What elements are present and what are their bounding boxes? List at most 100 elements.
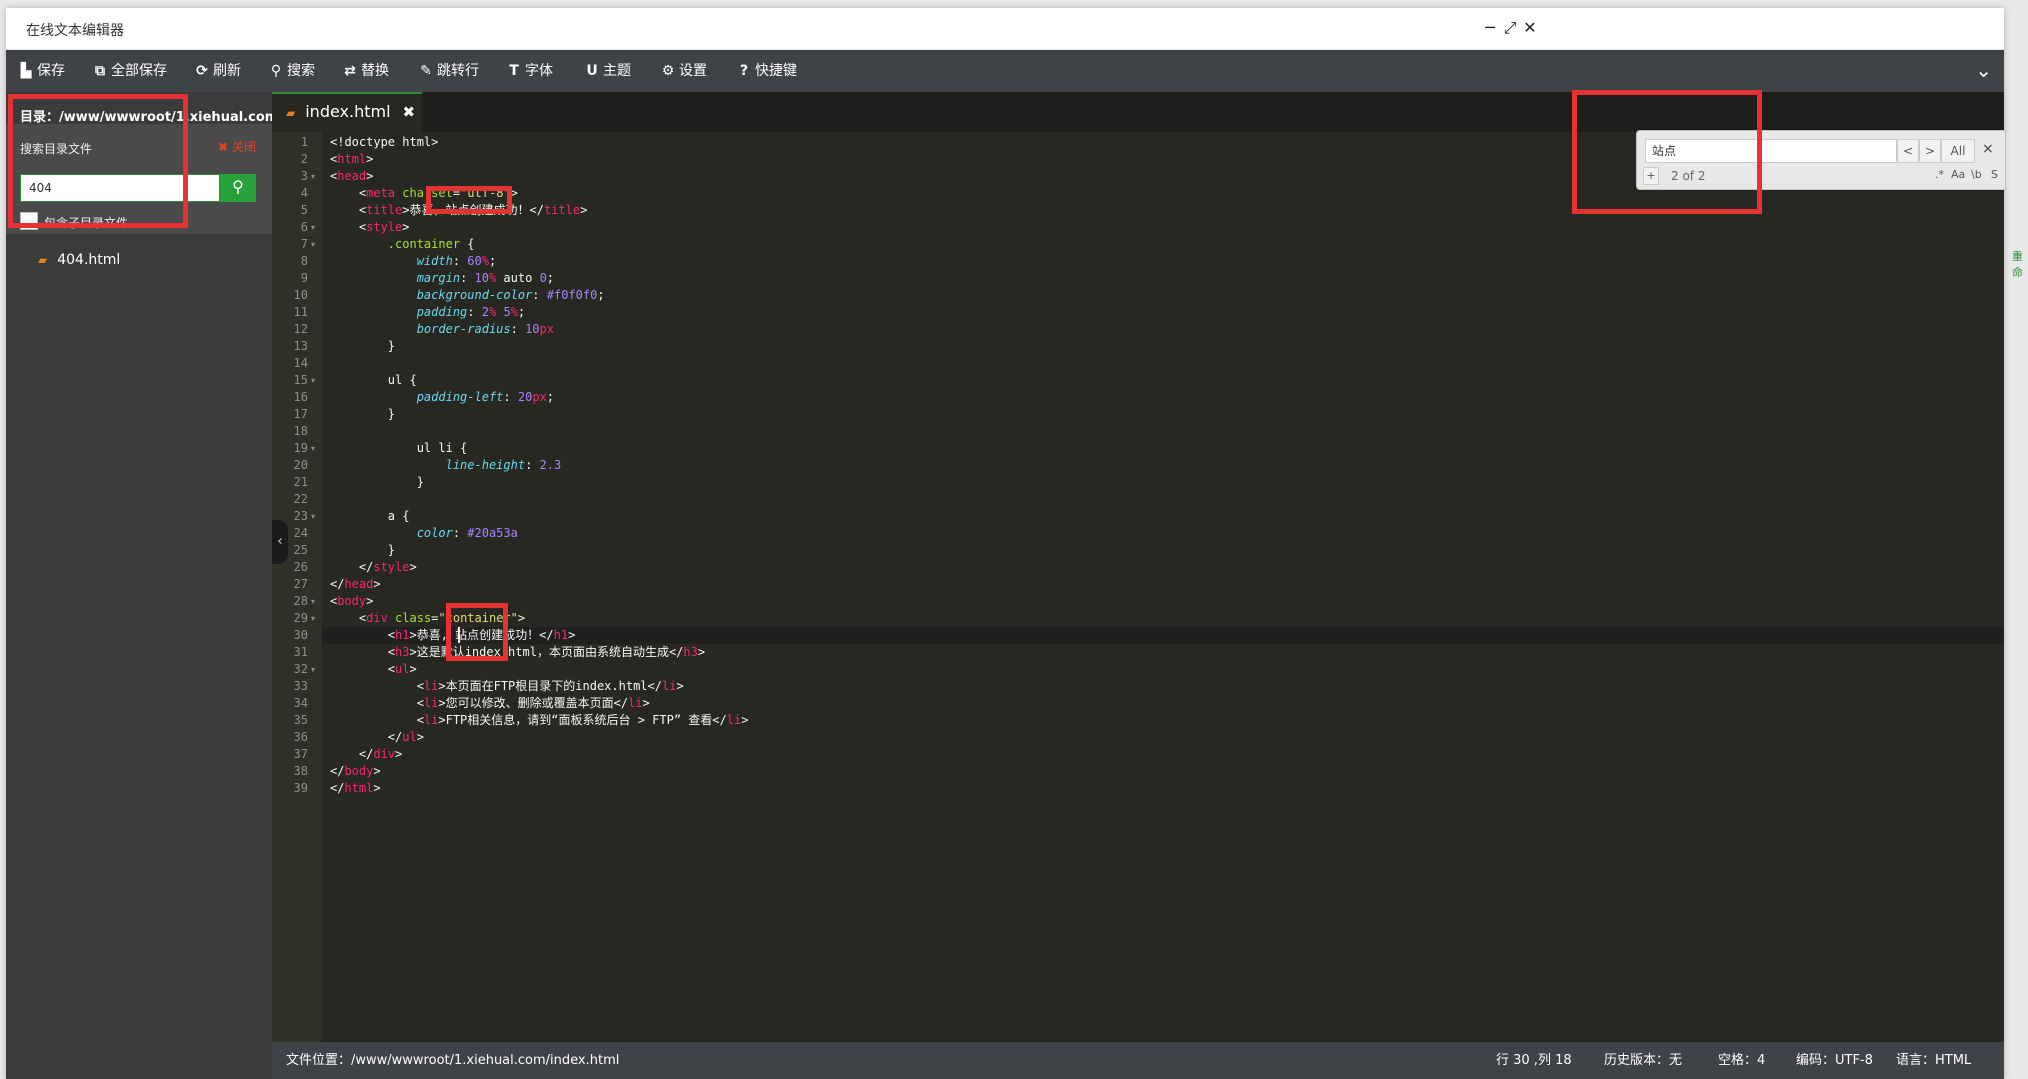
code-line[interactable]: color: #20a53a (330, 525, 518, 542)
code-line[interactable]: <style> (330, 219, 410, 236)
dir-search-button[interactable]: ⚲ (220, 174, 256, 202)
find-regex-option[interactable]: .* (1933, 167, 1946, 185)
code-line[interactable]: .container { (330, 236, 475, 253)
minimize-icon[interactable]: ─ (1480, 18, 1500, 37)
code-line[interactable]: <li>FTP相关信息，请到“面板系统后台 > FTP” 查看</li> (330, 712, 749, 729)
find-close-icon[interactable]: × (1982, 141, 1994, 157)
code-line[interactable]: border-radius: 10px (330, 321, 554, 338)
code-line[interactable]: } (330, 338, 395, 355)
save-button[interactable]: ▙ 保存 (18, 50, 65, 92)
code-line[interactable]: <ul> (330, 661, 417, 678)
dir-search-close-button[interactable]: ✖ 关闭 (218, 138, 256, 155)
status-indent[interactable]: 空格：4 (1718, 1042, 1765, 1079)
status-language[interactable]: 语言：HTML (1896, 1042, 1971, 1079)
find-selection-option[interactable]: S (1989, 167, 2000, 185)
title-bar: 在线文本编辑器 ─ ⤢ ✕ (6, 8, 2004, 50)
goto-line-button[interactable]: ✎ 跳转行 (418, 50, 479, 92)
line-number: 4 (300, 186, 308, 200)
font-button[interactable]: T 字体 (506, 50, 553, 92)
find-case-option[interactable]: Aa (1949, 167, 1967, 185)
code-token: </ (330, 730, 403, 744)
code-token: px (539, 322, 554, 336)
code-token: % (481, 254, 489, 268)
fold-toggle-icon[interactable]: ▾ (311, 168, 315, 185)
fold-toggle-icon[interactable]: ▾ (311, 508, 315, 525)
fold-toggle-icon[interactable]: ▾ (311, 219, 315, 236)
code-line[interactable]: background-color: #f0f0f0; (330, 287, 605, 304)
find-word-option[interactable]: \b (1969, 167, 1984, 185)
tab-close-icon[interactable]: ✖ (403, 103, 416, 121)
fold-toggle-icon[interactable]: ▾ (311, 236, 315, 253)
tab-index-html[interactable]: ▰ index.html ✖ (272, 92, 422, 132)
code-line[interactable]: </div> (330, 746, 402, 763)
replace-button[interactable]: ⇄ 替换 (342, 50, 389, 92)
code-token: li (423, 679, 439, 693)
code-line[interactable]: <h3>这是默认index.html，本页面由系统自动生成</h3> (330, 644, 705, 661)
rename-hint[interactable]: 重命 (2012, 248, 2023, 280)
code-line[interactable]: } (330, 542, 395, 559)
code-line[interactable]: padding-left: 20px; (330, 389, 554, 406)
shortcut-button[interactable]: ? 快捷键 (736, 50, 797, 92)
code-token: : (525, 458, 540, 472)
code-line[interactable]: </style> (330, 559, 417, 576)
code-line[interactable]: </ul> (330, 729, 424, 746)
code-line[interactable]: } (330, 406, 395, 423)
code-token: style (373, 560, 410, 574)
code-token: ul (395, 662, 410, 676)
line-number: 6 (300, 220, 308, 234)
code-line[interactable]: line-height: 2.3 (330, 457, 562, 474)
code-line[interactable]: <li>您可以修改、删除或覆盖本页面</li> (330, 695, 650, 712)
status-cursor-position[interactable]: 行 30 ,列 18 (1496, 1042, 1572, 1079)
code-line[interactable]: <head> (330, 168, 373, 185)
fold-toggle-icon[interactable]: ▾ (311, 372, 315, 389)
code-line[interactable]: } (330, 474, 424, 491)
search-icon: ⚲ (232, 177, 244, 196)
code-line[interactable]: <li>本页面在FTP根目录下的index.html</li> (330, 678, 684, 695)
line-number: 14 (293, 356, 308, 370)
theme-button[interactable]: U 主题 (584, 50, 631, 92)
code-token: </ (330, 764, 345, 778)
code-line[interactable]: </head> (330, 576, 381, 593)
code-line[interactable]: </html> (330, 780, 381, 797)
code-line[interactable]: margin: 10% auto 0; (330, 270, 554, 287)
code-line[interactable]: <html> (330, 151, 373, 168)
code-token: li (726, 713, 742, 727)
fold-toggle-icon[interactable]: ▾ (311, 440, 315, 457)
settings-button[interactable]: ⚙ 设置 (660, 50, 707, 92)
save-all-button[interactable]: ⧉ 全部保存 (92, 50, 167, 92)
code-token: div (373, 747, 396, 761)
fold-toggle-icon[interactable]: ▾ (311, 593, 315, 610)
code-token: 0 (539, 271, 547, 285)
fold-toggle-icon[interactable]: ▾ (311, 610, 315, 627)
close-icon[interactable]: ✕ (1520, 18, 1540, 37)
search-button[interactable]: ⚲ 搜索 (268, 50, 315, 92)
code-line[interactable]: ul { (330, 372, 417, 389)
code-token: h3 (683, 645, 698, 659)
find-next-button[interactable]: > (1919, 139, 1941, 163)
code-token: > (373, 781, 381, 795)
code-line[interactable]: a { (330, 508, 410, 525)
code-content[interactable]: <!doctype html> <html> <head> <meta charse… (330, 134, 1930, 1034)
maximize-icon[interactable]: ⤢ (1500, 18, 1520, 38)
code-line[interactable]: padding: 2% 5%; (330, 304, 525, 321)
status-history[interactable]: 历史版本：无 (1604, 1042, 1682, 1079)
find-all-button[interactable]: All (1941, 139, 1975, 163)
find-prev-button[interactable]: < (1897, 139, 1919, 163)
line-number: 21 (293, 475, 308, 489)
code-line[interactable]: <!doctype html> (330, 134, 438, 151)
code-line[interactable]: </body> (330, 763, 381, 780)
chevron-down-icon[interactable]: ⌄ (1975, 58, 1992, 82)
fold-toggle-icon[interactable]: ▾ (311, 661, 315, 678)
refresh-label: 刷新 (213, 63, 241, 79)
code-line[interactable]: width: 60%; (330, 253, 497, 270)
search-result-file[interactable]: ▰ 404.html (38, 252, 120, 268)
replace-icon: ⇄ (344, 63, 356, 79)
sidebar-collapse-handle[interactable]: ‹ (272, 520, 288, 564)
code-line[interactable]: ul li { (330, 440, 468, 457)
code-line[interactable]: <body> (330, 593, 373, 610)
line-number: 19 (293, 441, 308, 455)
status-encoding[interactable]: 编码：UTF-8 (1796, 1042, 1873, 1079)
code-editor[interactable]: ▰ index.html ✖ 1 2 3 ▾ 4 5 6 ▾ 7 ▾ 8 9 10 11 12 13 14 15 ▾ 16… (272, 92, 2004, 1042)
refresh-button[interactable]: ⟳ 刷新 (194, 50, 241, 92)
